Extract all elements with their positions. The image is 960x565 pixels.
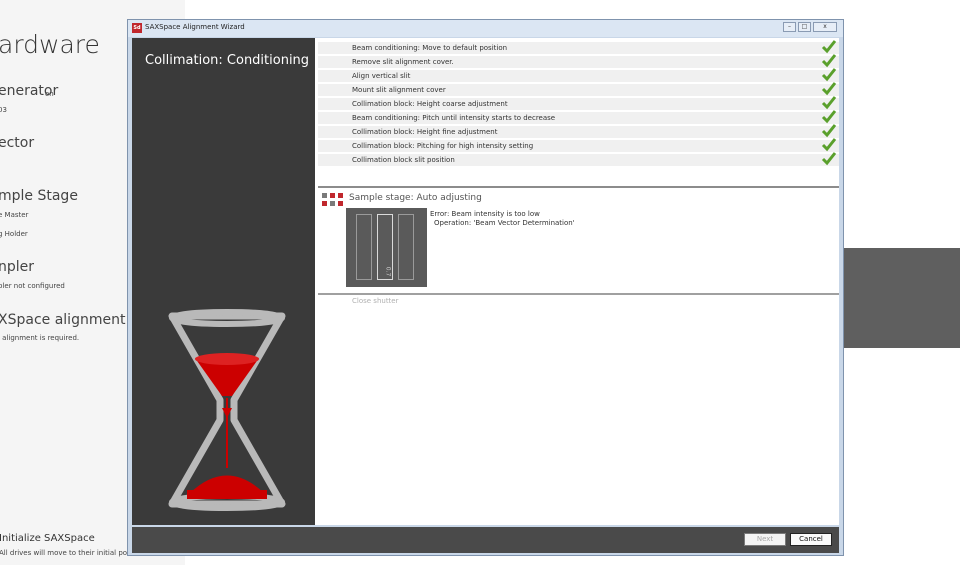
- step-label: Beam conditioning: Pitch until intensity…: [352, 114, 556, 122]
- step-label: Remove slit alignment cover.: [352, 58, 454, 66]
- step-item: Beam conditioning: Pitch until intensity…: [318, 110, 839, 125]
- step-item: Collimation block: Pitching for high int…: [318, 138, 839, 153]
- bg-sample-stage-item: g Holder: [0, 230, 28, 238]
- maximize-button[interactable]: □: [798, 22, 811, 32]
- step-item: Beam conditioning: Move to default posit…: [318, 40, 839, 55]
- step-item: Collimation block: Height fine adjustmen…: [318, 124, 839, 139]
- check-icon: [821, 110, 837, 124]
- check-icon: [821, 152, 837, 166]
- step-label: Collimation block slit position: [352, 156, 455, 164]
- minimize-button[interactable]: –: [783, 22, 796, 32]
- close-button[interactable]: x: [813, 22, 837, 32]
- bg-sampler-sub: pler not configured: [0, 282, 65, 290]
- wizard-button-bar: Next Cancel: [132, 527, 839, 553]
- bg-section-sample-stage[interactable]: mple Stage: [0, 188, 78, 204]
- wizard-content: Collimation: Conditioning Beam condition…: [132, 38, 839, 525]
- bg-generator-status: on: [45, 90, 54, 98]
- current-step-divider: [318, 186, 839, 188]
- current-step-title: Sample stage: Auto adjusting: [349, 193, 482, 203]
- error-operation: Operation: 'Beam Vector Determination': [434, 219, 575, 227]
- step-label: Mount slit alignment cover: [352, 86, 446, 94]
- check-icon: [821, 124, 837, 138]
- check-icon: [821, 96, 837, 110]
- bg-sample-stage-item: e Master: [0, 211, 29, 219]
- check-icon: [821, 40, 837, 54]
- bg-section-detector[interactable]: ector: [0, 135, 34, 151]
- bg-section-sampler[interactable]: npler: [0, 259, 34, 275]
- step-label: Beam conditioning: Move to default posit…: [352, 44, 508, 52]
- bg-section-alignment[interactable]: XSpace alignment: [0, 312, 125, 328]
- step-item: Collimation block slit position: [318, 152, 839, 167]
- step-label: Collimation block: Height fine adjustmen…: [352, 128, 498, 136]
- progress-grid-icon: [322, 193, 343, 206]
- slit-frame: [356, 214, 372, 280]
- bg-heading: ardware: [0, 30, 100, 59]
- stage-panel: Collimation: Conditioning: [132, 38, 315, 525]
- step-item: Mount slit alignment cover: [318, 82, 839, 97]
- window-title: SAXSpace Alignment Wizard: [145, 23, 245, 31]
- cancel-button[interactable]: Cancel: [790, 533, 832, 546]
- error-message: Error: Beam intensity is too low Operati…: [430, 210, 575, 228]
- current-step-divider-bottom: [318, 293, 839, 295]
- hourglass-icon: [168, 309, 286, 511]
- step-item: Collimation block: Height coarse adjustm…: [318, 96, 839, 111]
- bg-generator-sub: 03: [0, 106, 7, 114]
- stage-title: Collimation: Conditioning: [145, 53, 310, 68]
- step-label: Align vertical slit: [352, 72, 411, 80]
- bg-initialize-title[interactable]: Initialize SAXSpace: [0, 533, 95, 544]
- check-icon: [821, 54, 837, 68]
- error-line: Error: Beam intensity is too low: [430, 210, 540, 218]
- bg-alignment-sub: l alignment is required.: [0, 334, 80, 342]
- step-label: Collimation block: Height coarse adjustm…: [352, 100, 508, 108]
- pending-step-label: Close shutter: [352, 297, 399, 305]
- next-button[interactable]: Next: [744, 533, 786, 546]
- steps-panel: Beam conditioning: Move to default posit…: [318, 38, 839, 525]
- check-icon: [821, 82, 837, 96]
- step-label: Collimation block: Pitching for high int…: [352, 142, 534, 150]
- window-titlebar[interactable]: Sd SAXSpace Alignment Wizard – □ x: [128, 20, 843, 37]
- alignment-wizard-window: Sd SAXSpace Alignment Wizard – □ x Colli…: [127, 19, 844, 556]
- slit-frame: [398, 214, 414, 280]
- check-icon: [821, 68, 837, 82]
- app-icon: Sd: [132, 23, 142, 33]
- step-item: Align vertical slit: [318, 68, 839, 83]
- beam-image-view: 0.7: [346, 208, 427, 287]
- slit-label: 0.7: [384, 266, 392, 277]
- background-gray-panel: [840, 248, 960, 348]
- check-icon: [821, 138, 837, 152]
- step-item: Remove slit alignment cover.: [318, 54, 839, 69]
